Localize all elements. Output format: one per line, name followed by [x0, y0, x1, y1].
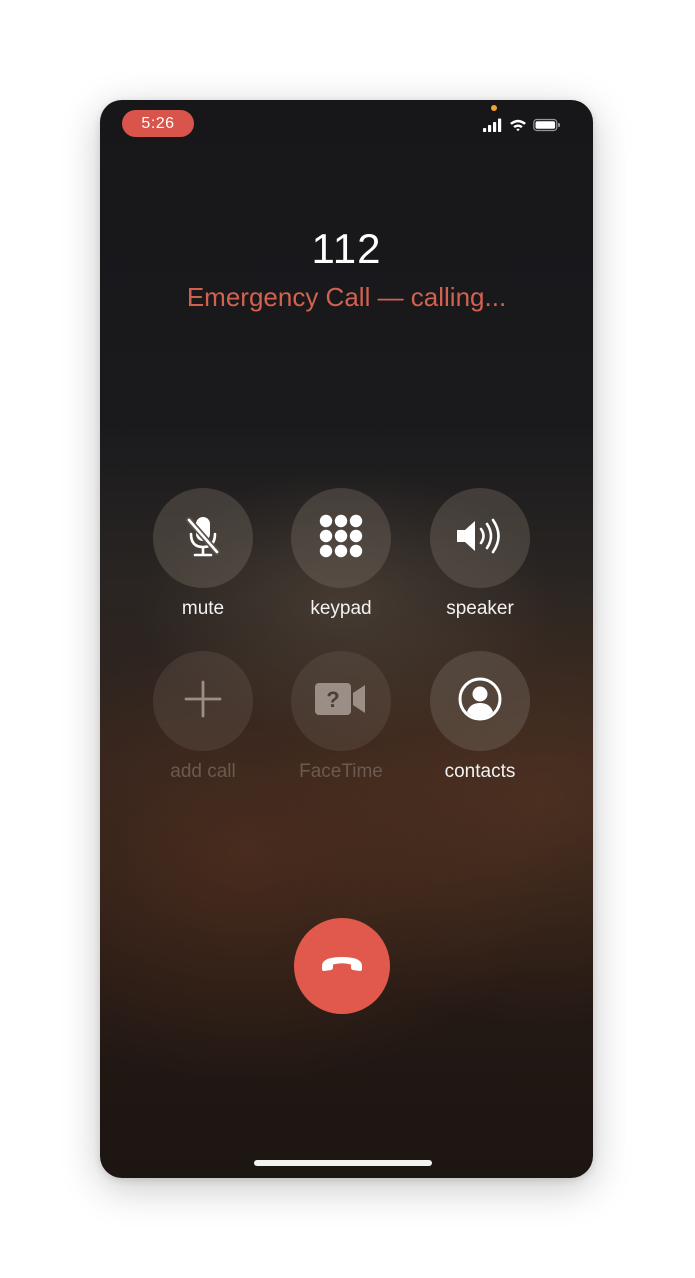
plus-icon	[183, 679, 223, 724]
battery-icon	[533, 118, 561, 132]
facetime-camera-icon: ?	[313, 681, 369, 722]
mute-label: mute	[181, 598, 225, 619]
status-bar-icons	[483, 118, 561, 132]
end-call-button[interactable]	[294, 918, 390, 1014]
microphone-slash-icon	[183, 514, 223, 563]
facetime-circle[interactable]: ?	[291, 651, 391, 751]
add-call-label: add call	[170, 761, 236, 782]
keypad-grid-icon	[318, 513, 364, 564]
phone-hangup-icon	[319, 954, 365, 979]
speaker-icon	[455, 518, 505, 559]
add-call-circle[interactable]	[153, 651, 253, 751]
keypad-circle[interactable]	[291, 488, 391, 588]
wifi-icon	[509, 118, 527, 132]
phone-screen: 5:26 112 Emergency Call — calling... mut…	[100, 100, 593, 1178]
speaker-label: speaker	[446, 598, 514, 619]
signal-bars-icon	[483, 118, 503, 132]
facetime-label: FaceTime	[299, 761, 383, 782]
contacts-circle[interactable]	[430, 651, 530, 751]
contacts-label: contacts	[444, 761, 516, 782]
speaker-button[interactable]: speaker	[410, 488, 550, 620]
speaker-circle[interactable]	[430, 488, 530, 588]
facetime-button[interactable]: ? FaceTime	[271, 651, 411, 783]
status-bar-time[interactable]: 5:26	[122, 110, 194, 137]
home-indicator[interactable]	[254, 1160, 432, 1166]
call-status: Emergency Call — calling...	[186, 282, 507, 312]
mute-button[interactable]: mute	[133, 488, 273, 620]
keypad-label: keypad	[310, 598, 372, 619]
mute-circle[interactable]	[153, 488, 253, 588]
add-call-button[interactable]: add call	[133, 651, 273, 783]
contacts-button[interactable]: contacts	[410, 651, 550, 783]
svg-text:?: ?	[326, 687, 339, 712]
contact-person-icon	[456, 675, 504, 728]
keypad-button[interactable]: keypad	[271, 488, 411, 620]
privacy-indicator-dot	[491, 105, 497, 111]
call-number: 112	[311, 225, 382, 272]
